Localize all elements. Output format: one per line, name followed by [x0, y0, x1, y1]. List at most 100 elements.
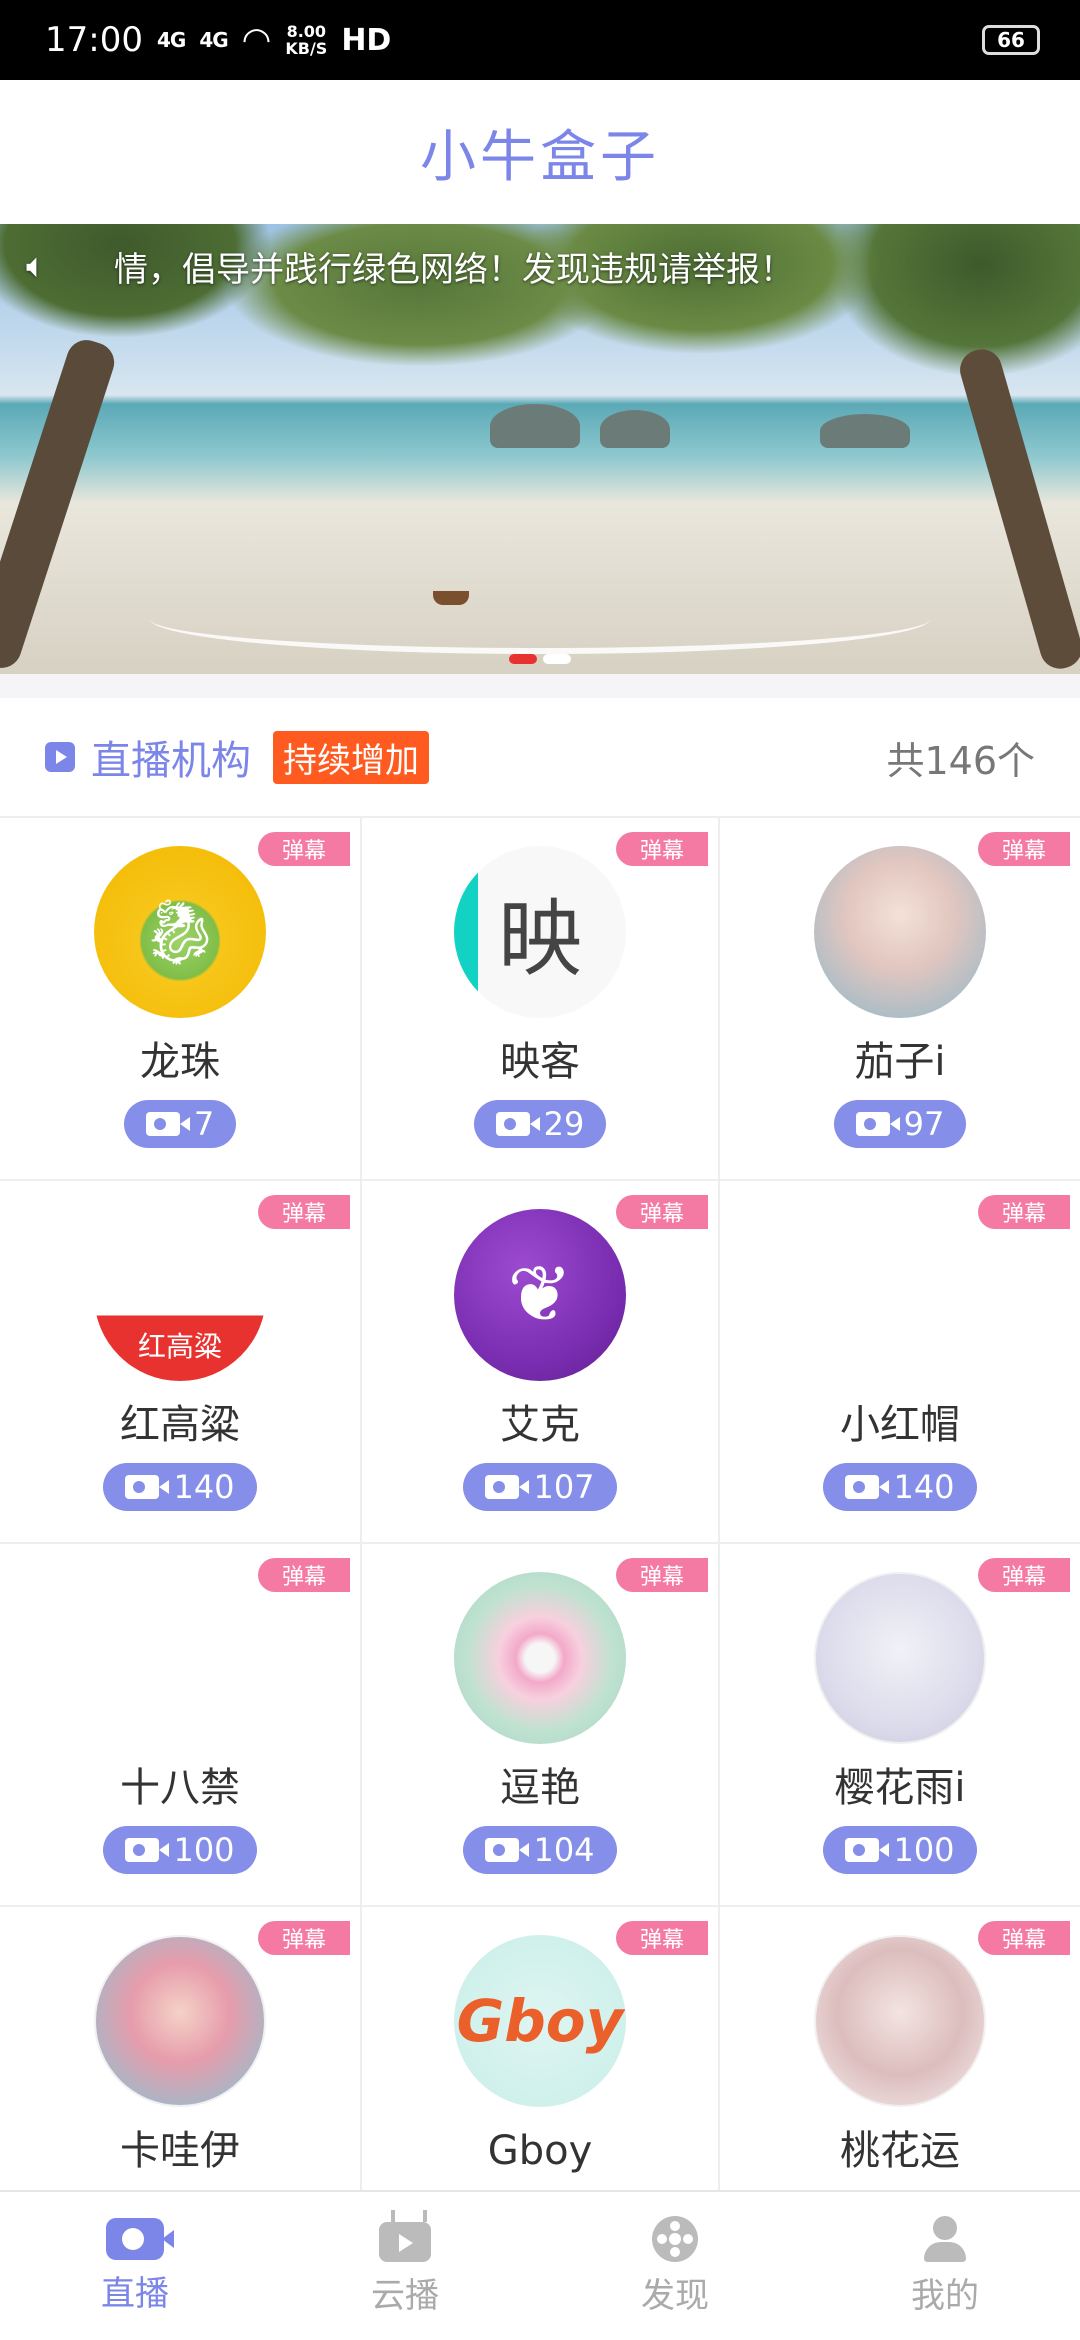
- platform-name: 茄子i: [854, 1039, 946, 1085]
- platform-name: 映客: [500, 1039, 580, 1085]
- room-count: 29: [543, 1105, 585, 1143]
- banner-island: [600, 410, 670, 448]
- app-header: 小牛盒子: [0, 80, 1080, 224]
- tab-label: 云播: [371, 2275, 439, 2316]
- tab-label: 直播: [101, 2273, 169, 2314]
- platform-name: 红高粱: [120, 1402, 240, 1448]
- room-count-pill: 104: [463, 1826, 617, 1874]
- platform-card-yingke[interactable]: 弹幕 映 映客 29: [362, 818, 720, 1181]
- room-count: 97: [903, 1105, 945, 1143]
- bottom-nav: 直播 云播 发现 我的: [0, 2190, 1080, 2340]
- video-camera-icon: [106, 2217, 174, 2260]
- room-count: 140: [893, 1468, 955, 1506]
- platform-name: 桃花运: [840, 2128, 960, 2174]
- tv-icon: [379, 2221, 431, 2262]
- carousel-dot[interactable]: [543, 654, 571, 664]
- logo-text: 红高粱: [137, 1330, 222, 1363]
- section-badge: 持续增加: [273, 730, 429, 784]
- yingke-logo: 映: [454, 846, 626, 1018]
- tab-label: 发现: [641, 2275, 709, 2316]
- platform-name: 樱花雨i: [834, 1765, 966, 1811]
- platform-name: 小红帽: [840, 1402, 960, 1448]
- danmu-tag: 弹幕: [258, 1558, 350, 1592]
- room-count: 100: [173, 1831, 235, 1869]
- platform-name: 十八禁: [120, 1765, 240, 1811]
- platform-name: Gboy: [487, 2128, 593, 2174]
- platform-card-taohuayun[interactable]: 弹幕 桃花运: [720, 1907, 1080, 2190]
- lotus-avatar: [454, 1572, 626, 1744]
- hd-indicator: HD: [341, 22, 392, 58]
- network-speed: 8.00 KB/S: [285, 22, 328, 58]
- banner-carousel[interactable]: 🔈︎ 情，倡导并践行绿色网络！发现违规请举报！: [0, 224, 1080, 674]
- platform-card-yinghuayu[interactable]: 弹幕 樱花雨i 100: [720, 1544, 1080, 1907]
- signal-icon: 4G: [199, 28, 228, 52]
- room-count: 140: [173, 1468, 235, 1506]
- tab-discover[interactable]: 发现: [540, 2192, 810, 2340]
- danmu-tag: 弹幕: [258, 1921, 350, 1955]
- section-header: 直播机构 持续增加 共146个: [0, 698, 1080, 818]
- platform-card-qiezi[interactable]: 弹幕 茄子i 97: [720, 818, 1080, 1181]
- banner-island: [820, 414, 910, 448]
- wifi-icon: ◠: [241, 20, 272, 60]
- signal-icon: 4G: [156, 28, 186, 52]
- platform-name: 艾克: [500, 1402, 580, 1448]
- notice-text: 情，倡导并践行绿色网络！发现违规请举报！: [114, 249, 794, 290]
- tab-mine[interactable]: 我的: [810, 2192, 1080, 2340]
- anime-girl-avatar: [94, 1935, 266, 2107]
- gboy-logo: Gboy: [454, 1935, 626, 2107]
- room-count-pill: 7: [123, 1100, 237, 1148]
- platform-name: 龙珠: [140, 1039, 220, 1085]
- danmu-tag: 弹幕: [978, 1921, 1070, 1955]
- danmu-tag: 弹幕: [978, 832, 1070, 866]
- section-divider: [0, 674, 1080, 698]
- room-count-pill: 97: [833, 1100, 967, 1148]
- platform-grid: 弹幕 🐉︎ 龙珠 7 弹幕 映 映客 29 弹幕 茄子i 97 弹幕 红高粱 红…: [0, 818, 1080, 2190]
- tab-label: 我的: [911, 2275, 979, 2316]
- page-title: 小牛盒子: [420, 124, 660, 190]
- status-bar: 17:00 4G 4G ◠ 8.00 KB/S HD 66: [0, 0, 1080, 80]
- tab-cloud[interactable]: 云播: [270, 2192, 540, 2340]
- empty-avatar: [94, 1572, 266, 1744]
- platform-card-gboy[interactable]: 弹幕 Gboy Gboy: [362, 1907, 720, 2190]
- video-camera-icon: [845, 1475, 890, 1499]
- platform-card-honggaoliang[interactable]: 弹幕 红高粱 红高粱 140: [0, 1181, 362, 1544]
- room-count: 107: [533, 1468, 595, 1506]
- danmu-tag: 弹幕: [616, 832, 708, 866]
- banner-island: [490, 404, 580, 448]
- video-camera-icon: [145, 1112, 190, 1136]
- platform-card-aike[interactable]: 弹幕 ❦ 艾克 107: [362, 1181, 720, 1544]
- aike-logo: ❦: [454, 1209, 626, 1381]
- platform-card-xiaohongmao[interactable]: 弹幕 小红帽 140: [720, 1181, 1080, 1544]
- platform-card-shibajin[interactable]: 弹幕 十八禁 100: [0, 1544, 362, 1907]
- red-camera-logo: 红高粱: [94, 1209, 266, 1381]
- dragon-avatar: 🐉︎: [94, 846, 266, 1018]
- empty-avatar: [814, 1209, 986, 1381]
- video-camera-icon: [485, 1838, 530, 1862]
- notice-marquee: 🔈︎ 情，倡导并践行绿色网络！发现违规请举报！: [0, 238, 1080, 294]
- video-camera-icon: [845, 1838, 890, 1862]
- platform-name: 卡哇伊: [120, 2128, 240, 2174]
- video-camera-icon: [495, 1112, 540, 1136]
- danmu-tag: 弹幕: [978, 1195, 1070, 1229]
- video-camera-icon: [855, 1112, 900, 1136]
- user-icon: [922, 2215, 968, 2262]
- danmu-tag: 弹幕: [258, 1195, 350, 1229]
- carousel-dot[interactable]: [509, 654, 537, 664]
- battery-icon: 66: [982, 25, 1040, 55]
- video-camera-icon: [125, 1475, 170, 1499]
- room-count: 100: [893, 1831, 955, 1869]
- tab-live[interactable]: 直播: [0, 2192, 270, 2340]
- girl-avatar: [814, 846, 986, 1018]
- danmu-tag: 弹幕: [978, 1558, 1070, 1592]
- clock: 17:00: [45, 20, 143, 60]
- room-count-pill: 140: [823, 1463, 977, 1511]
- danmu-tag: 弹幕: [616, 1558, 708, 1592]
- platform-card-kawayi[interactable]: 弹幕 卡哇伊: [0, 1907, 362, 2190]
- room-count-pill: 29: [473, 1100, 607, 1148]
- danmu-tag: 弹幕: [258, 832, 350, 866]
- white-haired-girl-avatar: [814, 1572, 986, 1744]
- room-count: 104: [533, 1831, 595, 1869]
- platform-card-longzhu[interactable]: 弹幕 🐉︎ 龙珠 7: [0, 818, 362, 1181]
- beauty-avatar: [814, 1935, 986, 2107]
- platform-card-douyan[interactable]: 弹幕 逗艳 104: [362, 1544, 720, 1907]
